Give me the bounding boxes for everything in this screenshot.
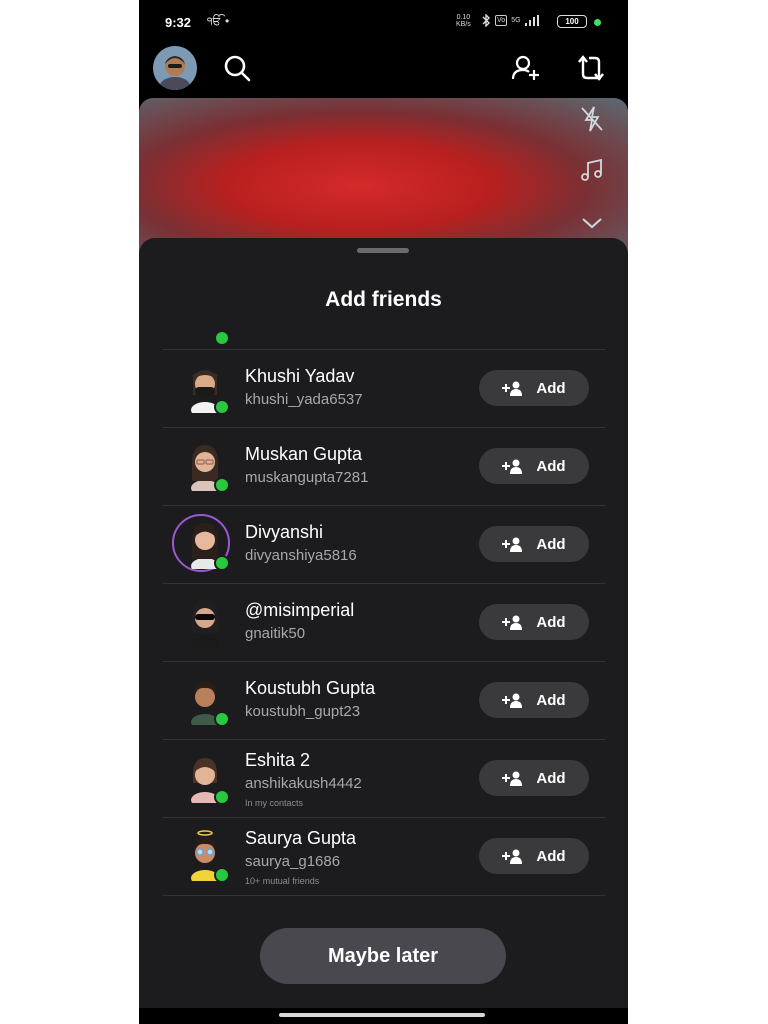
friend-username: gnaitik50	[245, 625, 306, 642]
friend-username: khushi_yada6537	[245, 391, 363, 408]
friend-username: muskangupta7281	[245, 469, 369, 486]
friend-name: Muskan Gupta	[245, 444, 363, 464]
flash-off-icon[interactable]	[577, 104, 607, 134]
phone-screen: 9:32 ੴ • 0.10 KB/s Vo 5G 100 Add friends…	[139, 0, 628, 1024]
add-button-label: Add	[536, 535, 566, 553]
add-friend-button[interactable]: Add	[479, 370, 589, 406]
bitmoji-avatar	[153, 46, 197, 90]
bluetooth-icon	[482, 14, 490, 27]
add-button-label: Add	[536, 379, 566, 397]
online-indicator	[214, 867, 230, 883]
add-friend-button[interactable]: Add	[479, 760, 589, 796]
signal-icon	[524, 15, 539, 26]
friend-username: koustubh_gupt23	[245, 703, 361, 720]
add-person-icon	[502, 771, 523, 786]
online-indicator	[214, 399, 230, 415]
friend-username: divyanshiya5816	[245, 547, 357, 564]
battery-indicator: 100	[557, 15, 587, 28]
list-item[interactable]: Muskan Gupta muskangupta7281 Add	[163, 427, 605, 505]
friend-name: Divyanshi	[245, 522, 324, 542]
privacy-indicator-dot	[594, 19, 601, 26]
online-indicator	[214, 330, 230, 346]
add-person-icon	[502, 693, 523, 708]
home-indicator[interactable]	[279, 1013, 485, 1017]
network-label: 5G	[511, 17, 521, 24]
add-friend-button[interactable]: Add	[479, 526, 589, 562]
search-icon[interactable]	[221, 52, 253, 84]
add-person-icon	[502, 381, 523, 396]
friend-username: saurya_g1686	[245, 853, 341, 870]
add-person-icon	[502, 615, 523, 630]
list-item[interactable]: @misimperial gnaitik50 Add	[163, 583, 605, 661]
status-icons: Vo 5G	[481, 14, 539, 27]
add-friend-button[interactable]: Add	[479, 448, 589, 484]
friend-name: @misimperial	[245, 600, 355, 620]
status-bar: 9:32 ੴ • 0.10 KB/s Vo 5G 100	[139, 0, 628, 42]
friend-name: Koustubh Gupta	[245, 678, 376, 698]
status-time: 9:32	[165, 15, 192, 30]
online-indicator	[214, 789, 230, 805]
add-friend-button[interactable]: Add	[479, 604, 589, 640]
online-indicator	[214, 477, 230, 493]
bitmoji-avatar	[191, 600, 219, 647]
online-indicator	[214, 555, 230, 571]
flip-camera-icon[interactable]	[575, 52, 607, 84]
profile-avatar[interactable]	[153, 46, 197, 90]
friend-username: anshikakush4442	[245, 775, 362, 792]
add-button-label: Add	[536, 847, 566, 865]
top-bar	[139, 42, 628, 98]
friend-name: Eshita 2	[245, 750, 311, 770]
add-friend-icon[interactable]	[510, 52, 542, 84]
volte-icon: Vo	[495, 15, 508, 26]
status-left-icons: ੴ •	[207, 14, 230, 28]
list-item[interactable]: Khushi Yadav khushi_yada6537 Add	[163, 349, 605, 427]
maybe-later-button[interactable]: Maybe later	[260, 928, 506, 984]
camera-preview[interactable]	[139, 98, 628, 258]
list-item[interactable]: Eshita 2 anshikakush4442 In my contacts …	[163, 739, 605, 817]
add-button-label: Add	[536, 769, 566, 787]
sheet-drag-handle[interactable]	[357, 248, 409, 253]
friend-meta: 10+ mutual friends	[245, 876, 320, 886]
list-item[interactable]: Koustubh Gupta koustubh_gupt23 Add	[163, 661, 605, 739]
sheet-title: Add friends	[325, 288, 442, 311]
add-person-icon	[502, 537, 523, 552]
add-friends-sheet: Add friends Khushi Yadav khushi_yada6537	[139, 238, 628, 1008]
chevron-down-icon[interactable]	[577, 208, 607, 238]
add-person-icon	[502, 459, 523, 474]
online-indicator	[214, 711, 230, 727]
friend-list[interactable]: Khushi Yadav khushi_yada6537 Add Muskan …	[163, 330, 605, 896]
add-person-icon	[502, 849, 523, 864]
add-button-label: Add	[536, 457, 566, 475]
add-button-label: Add	[536, 691, 566, 709]
network-speed: 0.10 KB/s	[456, 14, 471, 28]
list-item[interactable]: Saurya Gupta saurya_g1686 10+ mutual fri…	[163, 817, 605, 896]
music-icon[interactable]	[577, 156, 607, 186]
friend-name: Saurya Gupta	[245, 828, 357, 848]
add-button-label: Add	[536, 613, 566, 631]
add-friend-button[interactable]: Add	[479, 838, 589, 874]
friend-name: Khushi Yadav	[245, 366, 355, 386]
list-item[interactable]: Divyanshi divyanshiya5816 Add	[163, 505, 605, 583]
friend-meta: In my contacts	[245, 798, 304, 808]
list-item-partial	[163, 330, 605, 349]
add-friend-button[interactable]: Add	[479, 682, 589, 718]
